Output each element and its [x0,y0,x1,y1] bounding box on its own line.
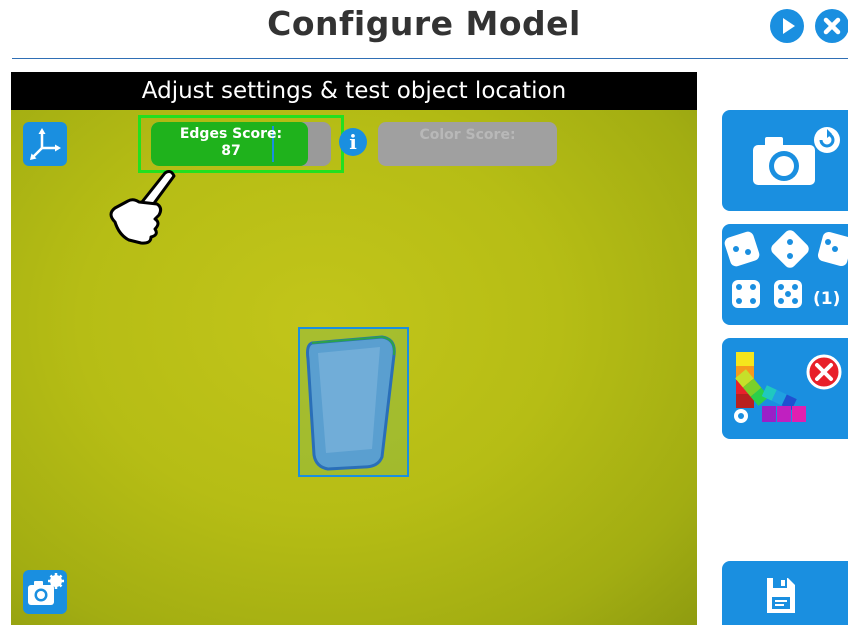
camera-settings-icon [28,573,64,605]
close-icon [823,17,841,35]
info-button[interactable]: i [339,128,367,156]
retake-photo-button[interactable] [722,110,848,211]
save-icon [767,578,795,613]
detected-object-box [298,327,409,477]
page-title: Configure Model [267,4,581,43]
color-score-label: Color Score: [419,127,516,143]
dice-icon [724,230,848,308]
close-button[interactable] [815,9,848,43]
edges-score-text: Edges Score: 87 [151,126,311,160]
edges-score-label: Edges Score: [179,126,283,142]
edges-score-value: 87 [221,143,241,159]
color-score-bar: Color Score: [378,122,557,166]
camera-view[interactable]: Adjust settings & test object location E… [11,72,697,625]
axes-button[interactable] [23,122,67,166]
edges-score-bar[interactable]: Edges Score: 87 [151,122,331,166]
pointing-hand-icon [109,170,176,245]
camera-view-title: Adjust settings & test object location [11,72,697,110]
header-divider [12,58,848,59]
color-palette-button[interactable] [722,338,848,439]
play-button[interactable] [770,9,804,43]
camera-refresh-icon [753,127,840,185]
color-palette-icon [734,352,842,423]
save-button[interactable] [722,561,848,625]
camera-settings-button[interactable] [23,570,67,614]
dice-count: (1) [813,289,841,309]
axes-icon [30,128,61,160]
info-icon: i [349,130,357,154]
dice-button[interactable]: (1) [722,224,848,325]
detected-object [306,335,396,471]
play-icon [783,18,795,34]
